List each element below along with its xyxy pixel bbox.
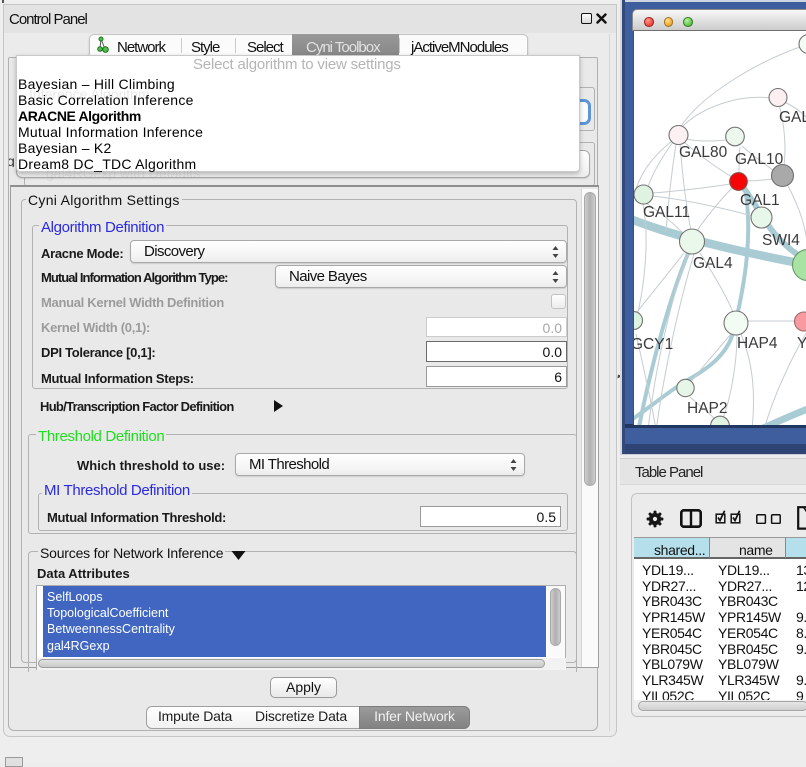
svg-text:YJ: YJ	[797, 335, 806, 352]
svg-text:GAL11: GAL11	[643, 204, 690, 221]
svg-text:HAP4: HAP4	[737, 335, 778, 352]
svg-text:GAL2: GAL2	[779, 109, 806, 126]
svg-text:GAL10: GAL10	[735, 151, 784, 168]
svg-text:GCY1: GCY1	[634, 336, 673, 353]
svg-text:GAL1: GAL1	[740, 192, 780, 209]
svg-text:GAL80: GAL80	[679, 144, 728, 161]
svg-text:SWI4: SWI4	[762, 232, 800, 249]
svg-text:HAP2: HAP2	[687, 400, 728, 417]
svg-text:GAL4: GAL4	[693, 255, 733, 272]
